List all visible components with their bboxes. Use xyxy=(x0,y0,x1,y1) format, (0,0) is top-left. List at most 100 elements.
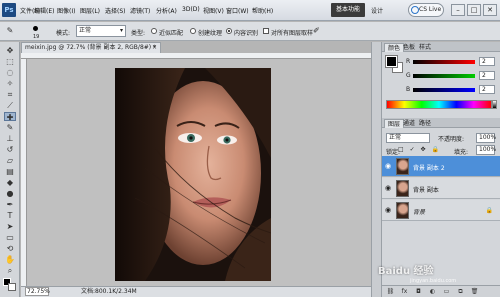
menu-window[interactable]: 窗口(W) xyxy=(226,6,249,15)
layer-name: 背景 副本 xyxy=(413,187,439,194)
background-color-swatch[interactable] xyxy=(8,283,16,291)
radio-create-texture[interactable] xyxy=(190,28,196,34)
canvas-photo[interactable] xyxy=(115,68,271,281)
eye-icon[interactable]: ◉ xyxy=(385,162,393,170)
eye-icon[interactable]: ◉ xyxy=(385,184,393,192)
menu-view[interactable]: 视图(V) xyxy=(203,6,224,15)
slider-r-track[interactable] xyxy=(413,60,475,64)
mode-select[interactable]: 正常 ▾ xyxy=(76,25,126,37)
trash-icon[interactable]: 🗑 xyxy=(470,288,479,296)
watermark: Baidu 经验 xyxy=(378,266,434,277)
radio-content-aware[interactable] xyxy=(226,28,232,34)
brush-tool-icon[interactable]: ✎ xyxy=(4,123,16,132)
lasso-tool-icon[interactable]: ◌ xyxy=(4,68,16,77)
adjustment-icon[interactable]: ◐ xyxy=(428,288,437,296)
new-layer-icon[interactable]: ⧉ xyxy=(456,288,465,296)
blend-mode-select[interactable]: 正常 xyxy=(386,133,430,143)
slider-r[interactable]: R 2 xyxy=(406,57,498,67)
document-tab[interactable]: meixin.jpg @ 72.7% (背景 副本 2, RGB/8#) * × xyxy=(21,42,161,53)
slider-g-value[interactable]: 2 xyxy=(479,71,495,80)
color-grayscale-bar[interactable] xyxy=(492,100,497,109)
pressure-icon[interactable]: ✐ xyxy=(313,26,320,35)
slider-g-track[interactable] xyxy=(413,74,475,78)
brush-size: 19 xyxy=(33,34,40,40)
fx-icon[interactable]: fx xyxy=(400,288,409,296)
shape-tool-icon[interactable]: ▭ xyxy=(4,233,16,242)
close-button[interactable]: ✕ xyxy=(483,4,497,16)
eyedropper-tool-icon[interactable]: ⟋ xyxy=(4,101,16,110)
cs-live-button[interactable]: CS Live xyxy=(408,3,444,17)
menu-image[interactable]: 图像(I) xyxy=(57,6,75,15)
eraser-tool-icon[interactable]: ▱ xyxy=(4,156,16,165)
status-bar: 72.75% 文档:800.1K/2.34M xyxy=(21,286,371,297)
panel-dock-strip xyxy=(371,42,381,297)
healing-brush-tool-icon[interactable]: ✎ xyxy=(4,26,16,35)
slider-b[interactable]: B 2 xyxy=(406,85,498,95)
content-aware-label: 内容识别 xyxy=(234,30,259,37)
crop-tool-icon[interactable]: ⌗ xyxy=(4,90,16,99)
link-icon[interactable]: ⛓ xyxy=(386,288,395,296)
group-icon[interactable]: ▭ xyxy=(442,288,451,296)
lock-icons[interactable]: □ ✓ ✥ 🔒 xyxy=(398,146,441,153)
3d-rotate-tool-icon[interactable]: ⟲ xyxy=(4,244,16,253)
menu-analysis[interactable]: 分析(A) xyxy=(156,6,177,15)
zoom-tool-icon[interactable]: ⌕ xyxy=(4,266,16,275)
type-tool-icon[interactable]: T xyxy=(4,211,16,220)
slider-b-value[interactable]: 2 xyxy=(479,85,495,94)
eye-icon[interactable]: ◉ xyxy=(385,206,393,214)
tab-paths[interactable]: 路径 xyxy=(416,119,434,128)
spot-healing-tool-icon[interactable]: ✚ xyxy=(4,112,16,122)
cs-live-label: CS Live xyxy=(419,6,442,13)
path-select-tool-icon[interactable]: ➤ xyxy=(4,222,16,231)
move-tool-icon[interactable]: ✥ xyxy=(4,46,16,55)
hand-tool-icon[interactable]: ✋ xyxy=(4,255,16,264)
menu-help[interactable]: 帮助(H) xyxy=(252,6,273,15)
marquee-tool-icon[interactable]: ⬚ xyxy=(4,57,16,66)
slider-g[interactable]: G 2 xyxy=(406,71,498,81)
blur-tool-icon[interactable]: ◆ xyxy=(4,178,16,187)
layer-thumbnail xyxy=(396,180,409,197)
menu-filter[interactable]: 滤镜(T) xyxy=(130,6,150,15)
design-workspace-link[interactable]: 设计 xyxy=(371,6,383,15)
pen-tool-icon[interactable]: ✒ xyxy=(4,200,16,209)
quick-select-tool-icon[interactable]: ✧ xyxy=(4,79,16,88)
opacity-field[interactable]: 100% xyxy=(476,133,496,143)
tab-styles[interactable]: 样式 xyxy=(416,43,434,52)
slider-r-label: R xyxy=(406,58,411,65)
right-panel: 颜色 色板 样式 R 2 G 2 B 2 图层 通道 路径 正常 不透明度: 1… xyxy=(381,42,500,297)
radio-proximity-match[interactable] xyxy=(151,28,157,34)
slider-b-label: B xyxy=(406,86,411,93)
brush-preset-picker[interactable]: 19 xyxy=(28,25,48,40)
workspace-button[interactable]: 基本功能 xyxy=(331,3,365,17)
close-document-icon[interactable]: × xyxy=(152,43,157,53)
menu-select[interactable]: 选择(S) xyxy=(105,6,126,15)
ruler-horizontal xyxy=(21,53,371,59)
fill-field[interactable]: 100% xyxy=(476,145,496,155)
status-document-size: 文档:800.1K/2.34M xyxy=(81,288,137,295)
history-brush-tool-icon[interactable]: ↺ xyxy=(4,145,16,154)
layers-footer: ⛓ fx ◘ ◐ ▭ ⧉ 🗑 xyxy=(382,285,500,297)
menu-layer[interactable]: 图层(L) xyxy=(80,6,100,15)
fill-label: 填充: xyxy=(454,149,469,156)
layer-row[interactable]: ◉ 背景 副本 xyxy=(382,178,500,199)
menu-3d[interactable]: 3D(D) xyxy=(182,6,200,13)
mode-label: 模式: xyxy=(56,30,71,37)
color-spectrum-bar[interactable] xyxy=(386,100,492,109)
layer-row[interactable]: ◉ 背景 副本 2 xyxy=(382,156,500,177)
minimize-button[interactable]: – xyxy=(451,4,465,16)
sample-all-layers-label: 对所有图层取样 xyxy=(271,30,314,37)
panel-foreground-swatch[interactable] xyxy=(385,55,398,68)
menu-edit[interactable]: 编辑(E) xyxy=(34,6,54,15)
slider-r-value[interactable]: 2 xyxy=(479,57,495,66)
dodge-tool-icon[interactable]: ● xyxy=(4,189,16,198)
status-zoom-field[interactable]: 72.75% xyxy=(25,287,50,296)
slider-b-track[interactable] xyxy=(413,88,475,92)
clone-stamp-tool-icon[interactable]: ⊥ xyxy=(4,134,16,143)
mask-icon[interactable]: ◘ xyxy=(414,288,423,296)
gradient-tool-icon[interactable]: ▤ xyxy=(4,167,16,176)
sample-all-layers-checkbox[interactable] xyxy=(263,28,269,34)
maximize-button[interactable]: □ xyxy=(467,4,481,16)
layer-row[interactable]: ◉ 背景 🔒 xyxy=(382,200,500,221)
ruler-vertical xyxy=(21,59,27,286)
proximity-match-label: 近似匹配 xyxy=(159,30,184,37)
